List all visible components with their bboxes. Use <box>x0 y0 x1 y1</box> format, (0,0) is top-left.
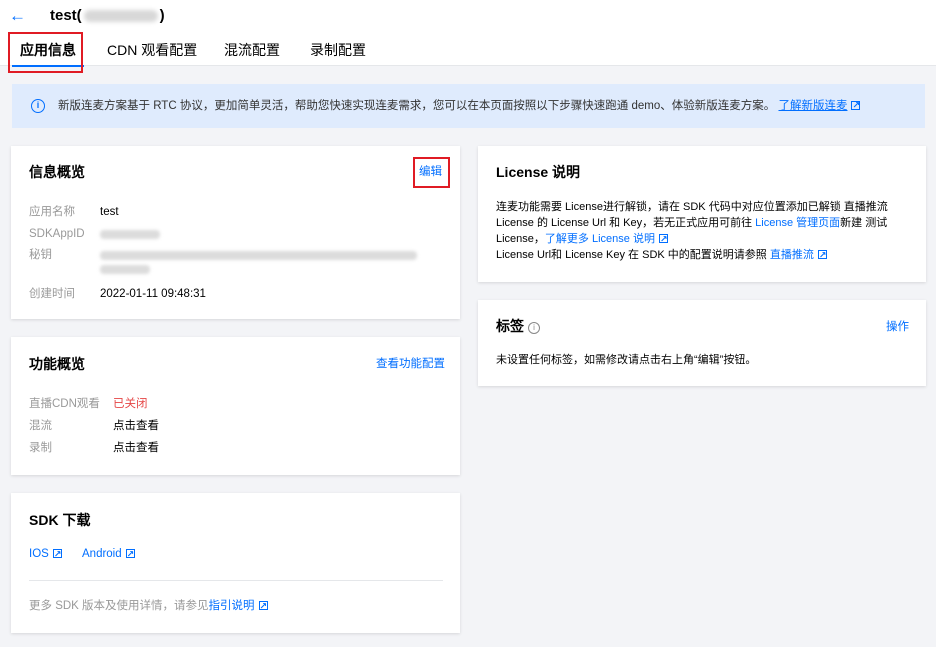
tags-title-text: 标签 <box>496 318 524 334</box>
external-link-icon[interactable] <box>817 247 827 263</box>
title-prefix: test( <box>50 7 82 24</box>
tags-card-title: 标签 i <box>496 317 540 335</box>
license-card: License 说明 连麦功能需要 License进行解锁，请在 SDK 代码中… <box>478 146 926 282</box>
help-circle-icon[interactable]: i <box>528 322 540 334</box>
info-circle-icon: i <box>31 99 45 113</box>
banner-link[interactable]: 了解新版连麦 <box>778 100 847 112</box>
status-cdn-off: 已关闭 <box>113 398 148 410</box>
label-secret: 秘钥 <box>29 249 52 261</box>
license-line-1: 连麦功能需要 License进行解锁，请在 SDK 代码中对应位置添加已解锁 直… <box>496 201 888 213</box>
tags-empty-text: 未设置任何标签，如需修改请点击右上角“编辑”按钮。 <box>496 354 757 366</box>
tab-record-config[interactable]: 录制配置 <box>310 41 366 59</box>
label-sdkappid: SDKAppID <box>29 228 85 240</box>
license-learn-more-link[interactable]: 了解更多 License 说明 <box>545 233 655 245</box>
value-app-name: test <box>100 206 119 218</box>
tab-mix-config[interactable]: 混流配置 <box>224 41 280 59</box>
view-config-link[interactable]: 查看功能配置 <box>376 356 445 372</box>
ios-link[interactable]: IOS <box>29 548 49 560</box>
link-record-view[interactable]: 点击查看 <box>113 441 159 455</box>
license-line-3-text: License， <box>496 233 545 245</box>
license-line-2-text: License 的 License Url 和 Key，若无正式应用可前往 <box>496 217 756 229</box>
info-overview-card: 信息概览 编辑 应用名称 test SDKAppID 秘钥 创建时间 2022-… <box>11 146 460 319</box>
license-card-title: License 说明 <box>496 164 581 180</box>
sdk-card-title: SDK 下载 <box>29 512 91 528</box>
guide-link[interactable]: 指引说明 <box>209 600 255 612</box>
banner-message: 新版连麦方案基于 RTC 协议，更加简单灵活，帮助您快速实现连麦需求，您可以在本… <box>58 100 776 112</box>
license-line-2-tail: 新建 测试 <box>840 217 888 229</box>
link-mix-view[interactable]: 点击查看 <box>113 419 159 433</box>
info-banner: i 新版连麦方案基于 RTC 协议，更加简单灵活，帮助您快速实现连麦需求，您可以… <box>12 84 925 128</box>
function-overview-card: 功能概览 查看功能配置 直播CDN观看 已关闭 混流 点击查看 录制 点击查看 <box>11 337 460 475</box>
value-created: 2022-01-11 09:48:31 <box>100 288 206 300</box>
ios-download[interactable]: IOS <box>29 546 62 562</box>
back-arrow-icon[interactable]: ← <box>9 6 27 26</box>
external-link-icon[interactable] <box>125 546 135 562</box>
blurred-secret-line1 <box>100 251 417 260</box>
live-push-link[interactable]: 直播推流 <box>770 249 814 261</box>
info-card-title: 信息概览 <box>29 164 85 180</box>
license-line-2: License 的 License Url 和 Key，若无正式应用可前往 Li… <box>496 215 916 231</box>
func-card-title: 功能概览 <box>29 356 85 372</box>
divider <box>29 580 443 581</box>
banner-text: 新版连麦方案基于 RTC 协议，更加简单灵活，帮助您快速实现连麦需求，您可以在本… <box>58 98 861 113</box>
tags-action-button[interactable]: 操作 <box>886 319 909 335</box>
highlight-box-edit <box>413 157 450 188</box>
blurred-app-id <box>83 10 158 23</box>
blurred-secret-line2 <box>100 265 150 274</box>
external-link-icon[interactable] <box>851 98 861 112</box>
top-bar: ← test() 应用信息 CDN 观看配置 混流配置 录制配置 <box>0 0 936 67</box>
label-cdn-watch: 直播CDN观看 <box>29 398 100 410</box>
sdk-footer-text: 更多 SDK 版本及使用详情，请参见 <box>29 600 209 612</box>
label-record: 录制 <box>29 442 52 454</box>
license-manage-link[interactable]: License 管理页面 <box>755 217 840 229</box>
android-link[interactable]: Android <box>82 548 122 560</box>
external-link-icon[interactable] <box>658 231 668 247</box>
title-suffix: ) <box>159 7 165 24</box>
label-app-name: 应用名称 <box>29 206 75 218</box>
tab-cdn-config[interactable]: CDN 观看配置 <box>107 41 197 59</box>
license-line-3: License，了解更多 License 说明 <box>496 231 916 247</box>
page-title: test() <box>50 6 165 26</box>
highlight-box-tab <box>8 32 83 73</box>
tags-card: 标签 i 操作 未设置任何标签，如需修改请点击右上角“编辑”按钮。 <box>478 300 926 386</box>
sdk-download-card: SDK 下载 IOS Android 更多 SDK 版本及使用详情，请参见指引说… <box>11 493 460 633</box>
license-line-4-text: License Url和 License Key 在 SDK 中的配置说明请参照 <box>496 249 770 261</box>
label-created: 创建时间 <box>29 288 75 300</box>
blurred-sdkappid <box>100 230 160 239</box>
external-link-icon[interactable] <box>258 598 268 614</box>
android-download[interactable]: Android <box>82 546 135 562</box>
sdk-footer: 更多 SDK 版本及使用详情，请参见指引说明 <box>29 598 268 614</box>
license-line-4: License Url和 License Key 在 SDK 中的配置说明请参照… <box>496 247 916 263</box>
license-body: 连麦功能需要 License进行解锁，请在 SDK 代码中对应位置添加已解锁 直… <box>496 199 916 263</box>
label-mix: 混流 <box>29 420 52 432</box>
external-link-icon[interactable] <box>52 546 62 562</box>
